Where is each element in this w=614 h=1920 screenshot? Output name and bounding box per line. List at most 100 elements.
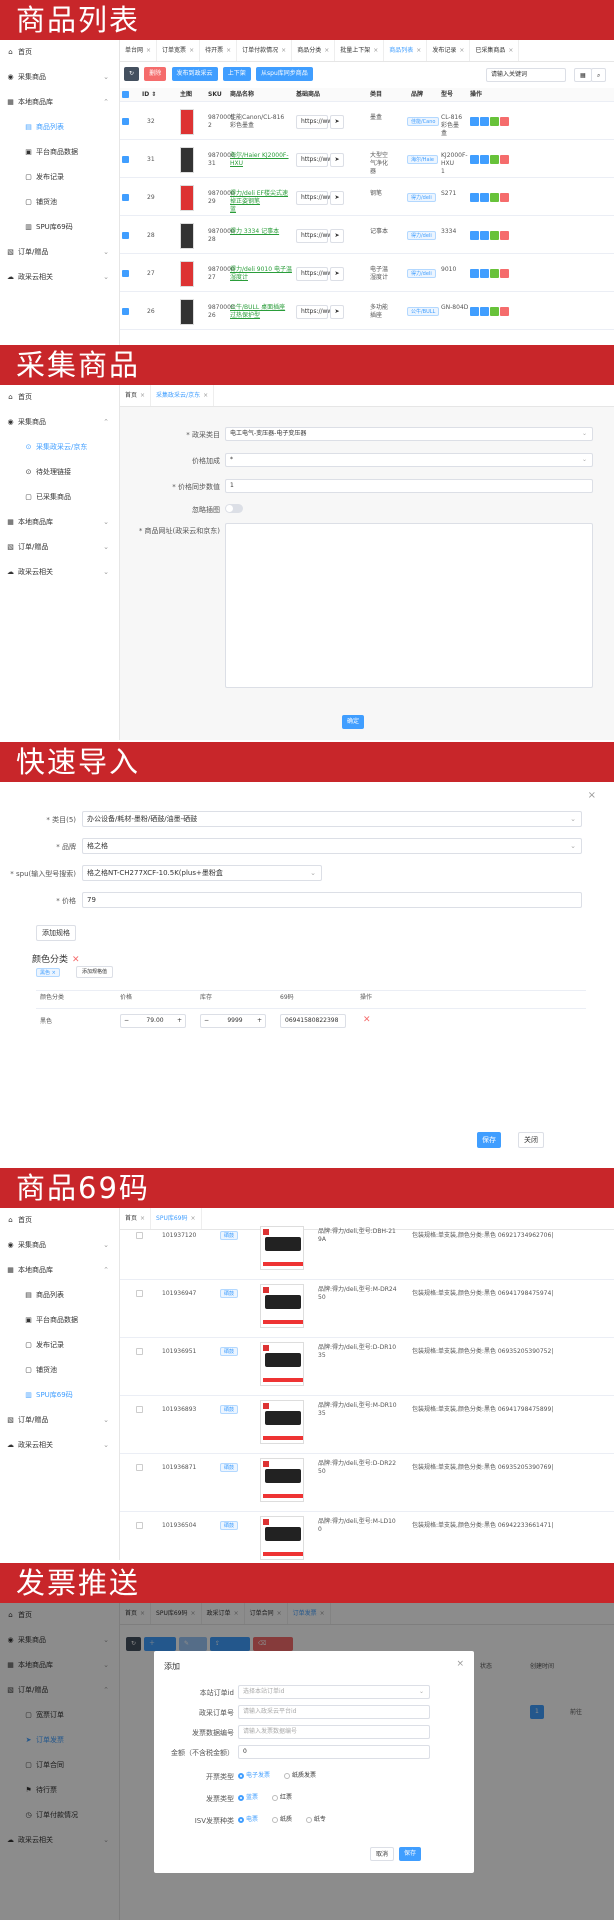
sidebar-item-collect-gov[interactable]: ⊙ 采集政采云/京东 — [0, 435, 119, 460]
sync-count-input[interactable]: 1 — [225, 479, 593, 493]
row-name[interactable]: 得力 3334 记事本 — [230, 228, 292, 236]
close-icon[interactable]: × — [456, 1659, 464, 1669]
price-markup-select[interactable]: * ⌄ — [225, 453, 593, 467]
copy-icon[interactable] — [470, 269, 479, 278]
row-checkbox[interactable] — [122, 270, 129, 277]
invoice-no-input[interactable]: 请输入发票数据编号 — [238, 1725, 430, 1739]
tab-2[interactable]: 待开票 × — [200, 40, 238, 61]
edit-icon[interactable] — [490, 231, 499, 240]
sidebar-item-publish-log[interactable]: ▢ 发布记录 — [0, 165, 119, 190]
copy-icon[interactable] — [470, 193, 479, 202]
tab-0[interactable]: 单台网 × — [120, 40, 158, 61]
row-checkbox[interactable] — [136, 1290, 143, 1297]
table-row[interactable]: 101936504 硒鼓 品牌:得力/deli,型号:M-LD10 0 包装规格:单支… — [120, 1514, 614, 1560]
tab-6[interactable]: 商品列表 × — [384, 40, 428, 61]
cancel-button[interactable]: 取消 — [370, 1847, 395, 1861]
edit-icon[interactable] — [490, 307, 499, 316]
close-icon[interactable]: × — [281, 47, 286, 54]
tab-1[interactable]: 订单宽票 × — [157, 40, 201, 61]
sidebar-item-publish-log[interactable]: ▢ 发布记录 — [0, 1333, 119, 1358]
shelf-button[interactable]: 上下架 — [222, 67, 251, 81]
refresh-button[interactable]: ↻ — [124, 67, 140, 81]
row-checkbox[interactable] — [136, 1406, 143, 1413]
table-row[interactable]: 101936951 硒鼓 品牌:得力/deli,型号:D-DR10 35 包装规格:单… — [120, 1340, 614, 1396]
sidebar-item-collect[interactable]: ◉ 采集商品 ⌄ — [0, 1233, 119, 1258]
select-all-checkbox[interactable] — [122, 91, 129, 98]
sidebar-item-local-lib[interactable]: ▦ 本地商品库 ⌃ — [0, 1258, 119, 1283]
trash-icon[interactable] — [500, 117, 509, 126]
send-icon[interactable]: ➤ — [330, 305, 344, 319]
table-row[interactable]: 29 9870000 29 得力/deli EF楼尖式速掉正姿钢笔 蓝 https:/… — [120, 180, 614, 216]
tab-7[interactable]: 发布记录 × — [427, 40, 471, 61]
minus-icon[interactable]: − — [204, 1015, 209, 1027]
edit-icon[interactable] — [490, 269, 499, 278]
delete-icon[interactable]: ✕ — [363, 1016, 371, 1025]
delete-icon[interactable]: ✕ — [72, 955, 80, 965]
row-checkbox[interactable] — [136, 1464, 143, 1471]
tab-8[interactable]: 已采集商品 × — [470, 40, 520, 61]
base-product-url[interactable]: https://ww — [296, 153, 332, 167]
publish-gov-button[interactable]: 发布到政采云 — [171, 67, 218, 81]
code69-input[interactable]: 06941580822398 — [280, 1014, 346, 1028]
add-value-button[interactable]: 添加规格值 — [76, 966, 114, 978]
add-spec-button[interactable]: 添加规格 — [36, 925, 76, 941]
ignore-image-toggle[interactable] — [225, 504, 243, 513]
table-row[interactable]: 32 9870005 2 佳能Canon/CL-816 彩色墨盒 https://ww… — [120, 104, 614, 140]
table-row[interactable]: 101936947 硒鼓 品牌:得力/deli,型号:M-DR24 50 包装规格:单… — [120, 1282, 614, 1338]
row-checkbox[interactable] — [122, 156, 129, 163]
search-input[interactable]: 请输入关键词 — [486, 68, 566, 82]
table-row[interactable]: 101937120 硒鼓 品牌:得力/deli,型号:DBH-21 9A 包装规格:单… — [120, 1224, 614, 1280]
close-icon[interactable]: × — [189, 47, 194, 54]
row-checkbox[interactable] — [122, 308, 129, 315]
sidebar-item-gov[interactable]: ☁ 政采云相关 ⌄ — [0, 560, 119, 585]
sidebar-item-spu69[interactable]: ▥ SPU库69码 — [0, 215, 119, 240]
spu-sync-button[interactable]: 从spu库同步商品 — [256, 67, 313, 81]
close-icon[interactable]: × — [146, 47, 151, 54]
close-icon[interactable]: × — [226, 47, 231, 54]
plus-icon[interactable]: + — [177, 1015, 182, 1027]
url-textarea[interactable] — [225, 523, 593, 688]
copy-icon[interactable] — [470, 117, 479, 126]
close-icon[interactable]: × — [52, 970, 56, 976]
view-icon[interactable] — [480, 307, 489, 316]
view-icon[interactable] — [480, 117, 489, 126]
row-checkbox[interactable] — [136, 1232, 143, 1239]
send-icon[interactable]: ➤ — [330, 191, 344, 205]
order-id-select[interactable]: 选择本站订单id ⌄ — [238, 1685, 430, 1699]
close-icon[interactable]: × — [324, 47, 329, 54]
sidebar-item-pending[interactable]: ⊙ 待处理链接 — [0, 460, 119, 485]
close-icon[interactable]: × — [416, 47, 421, 54]
table-row[interactable]: 27 9870000 27 得力/deli 9010 电子温湿度计 https://w… — [120, 256, 614, 292]
row-name[interactable]: 得力/deli 9010 电子温湿度计 — [230, 266, 292, 282]
send-icon[interactable]: ➤ — [330, 153, 344, 167]
sidebar-item-collect[interactable]: ◉ 采集商品 ⌄ — [0, 65, 119, 90]
sidebar-item-platform-data[interactable]: ▣ 平台商品数据 — [0, 140, 119, 165]
sidebar-item-home[interactable]: ⌂ 首页 — [0, 1208, 119, 1233]
delete-button[interactable]: 删除 — [144, 67, 167, 81]
tab-home[interactable]: 首页 × — [120, 385, 152, 406]
edit-icon[interactable] — [490, 117, 499, 126]
tab-collect-gov[interactable]: 采集政采云/京东 × — [151, 385, 215, 406]
q-brand-select[interactable]: 格之格 ⌄ — [82, 838, 582, 854]
q-category-select[interactable]: 办公设备/耗材-墨粉/硒鼓/油墨-硒鼓 ⌄ — [82, 811, 582, 827]
row-name[interactable]: 海尔/Haier KJ2000F-HXU — [230, 152, 292, 168]
radio-e[interactable]: 电票 — [238, 1816, 258, 1823]
tab-4[interactable]: 商品分类 × — [292, 40, 336, 61]
trash-icon[interactable] — [500, 269, 509, 278]
base-product-url[interactable]: https://ww — [296, 115, 332, 129]
sidebar-item-local-lib[interactable]: ▦ 本地商品库 ⌄ — [0, 510, 119, 535]
row-name[interactable]: 得力/deli EF楼尖式速掉正姿钢笔 蓝 — [230, 190, 292, 214]
sidebar-item-orders[interactable]: ▧ 订单/赠品 ⌄ — [0, 1408, 119, 1433]
send-icon[interactable]: ➤ — [330, 229, 344, 243]
row-checkbox[interactable] — [122, 118, 129, 125]
confirm-button[interactable]: 确定 — [342, 715, 365, 729]
ok-button[interactable]: 保存 — [399, 1847, 422, 1861]
plus-icon[interactable]: + — [257, 1015, 262, 1027]
category-select[interactable]: 电工电气-变压器-电子变压器 ⌄ — [225, 427, 593, 441]
send-icon[interactable]: ➤ — [330, 267, 344, 281]
trash-icon[interactable] — [500, 307, 509, 316]
table-row[interactable]: 26 9870000 26 公牛/BULL 桌面插座 过热保护型 https://ww… — [120, 294, 614, 330]
q-price-input[interactable]: 79 — [82, 892, 582, 908]
close-icon[interactable]: × — [203, 392, 208, 399]
base-product-url[interactable]: https://ww — [296, 305, 332, 319]
